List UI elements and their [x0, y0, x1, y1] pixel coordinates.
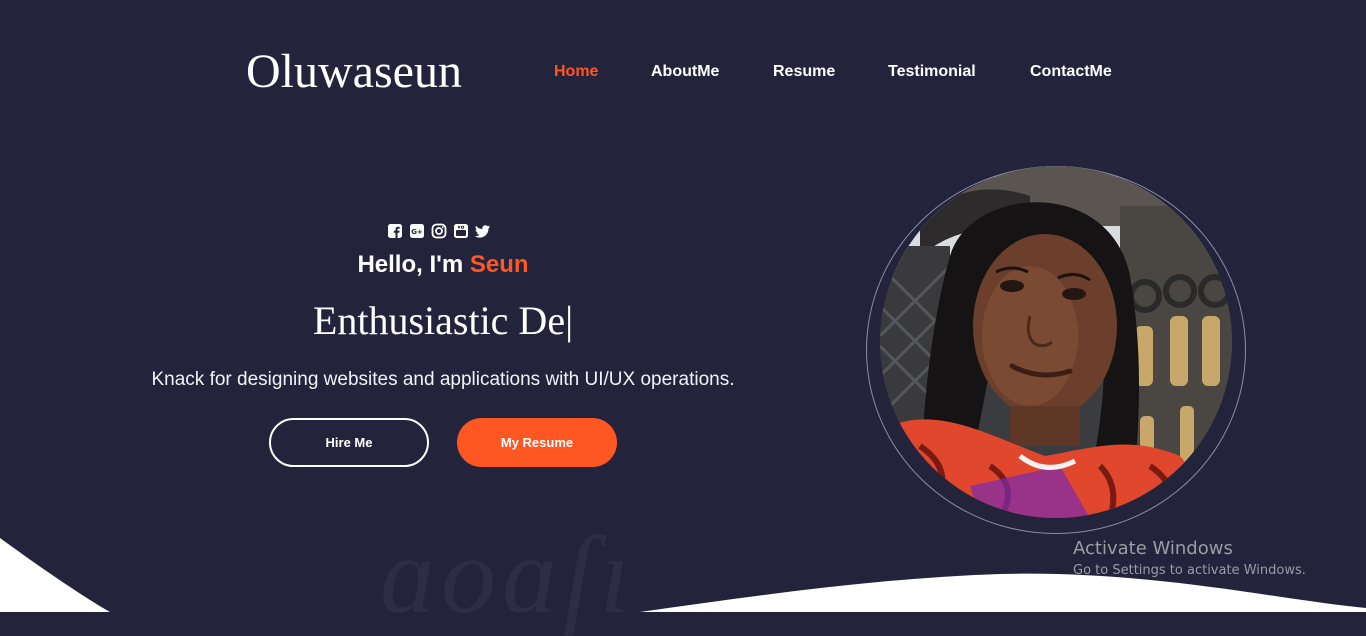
nav-home[interactable]: Home: [554, 60, 598, 84]
nav-resume[interactable]: Resume: [773, 60, 835, 84]
activation-title: Activate Windows: [1073, 538, 1233, 559]
main-nav: Home AboutMe Resume Testimonial ContactM…: [0, 60, 1366, 84]
background-decoration: ɑoɑſı: [380, 514, 637, 636]
google-plus-icon[interactable]: G+: [409, 223, 425, 239]
activation-subtitle: Go to Settings to activate Windows.: [1073, 563, 1306, 578]
profile-photo: [880, 166, 1232, 518]
typing-cursor: |: [565, 298, 574, 343]
hero-greeting: Hello, I'm Seun: [0, 250, 886, 280]
instagram-icon[interactable]: [431, 223, 447, 239]
typed-headline: Enthusiastic De|: [0, 296, 886, 346]
svg-text:G+: G+: [411, 228, 423, 236]
nav-aboutme[interactable]: AboutMe: [651, 60, 719, 84]
nav-testimonial[interactable]: Testimonial: [888, 60, 976, 84]
hire-me-button[interactable]: Hire Me: [269, 418, 429, 467]
youtube-icon[interactable]: [453, 223, 469, 239]
hero-description: Knack for designing websites and applica…: [151, 369, 735, 390]
hero-name: Seun: [469, 251, 529, 278]
typed-text: Enthusiastic De: [312, 298, 566, 343]
nav-contactme[interactable]: ContactMe: [1030, 60, 1112, 84]
windows-activation-watermark: Activate Windows Go to Settings to activ…: [1073, 538, 1306, 580]
social-links: G+: [387, 223, 491, 239]
twitter-icon[interactable]: [475, 223, 491, 239]
facebook-icon[interactable]: [387, 223, 403, 239]
greeting-text: Hello, I'm: [357, 251, 464, 278]
my-resume-button[interactable]: My Resume: [457, 418, 617, 467]
